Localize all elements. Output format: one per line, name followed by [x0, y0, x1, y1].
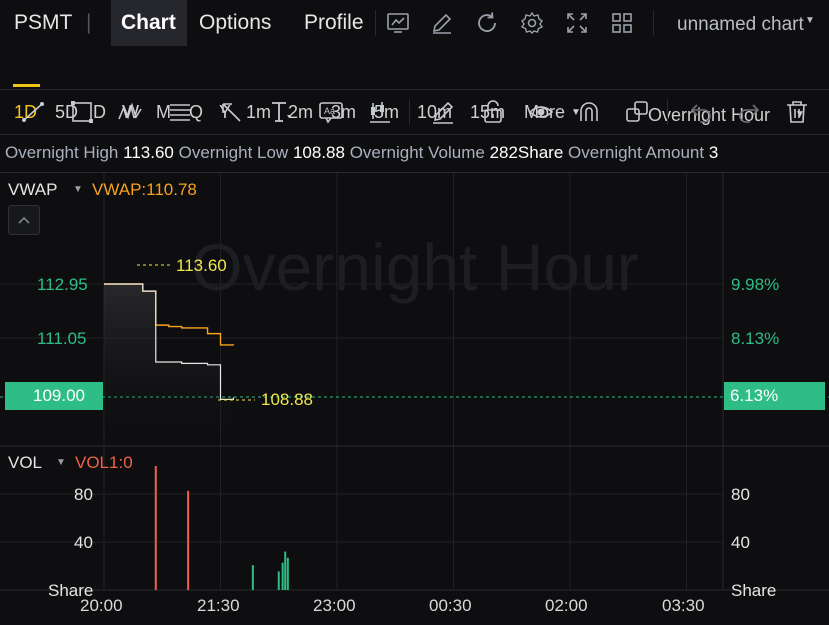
volume-bar — [277, 571, 280, 590]
vwap-indicator-label[interactable]: VWAP — [8, 180, 57, 200]
vol-label-left-40: 40 — [74, 533, 93, 552]
y-label-left-2: 111.05 — [37, 329, 87, 348]
current-price-value: 109.00 — [33, 386, 85, 405]
volume-bar — [154, 466, 157, 590]
vol-label-right-40: 40 — [731, 533, 750, 552]
vol-caret-icon[interactable]: ▼ — [56, 457, 66, 468]
y-label-left-1: 112.95 — [37, 275, 88, 294]
volume-bar — [187, 490, 190, 590]
x-label-2000: 20:00 — [80, 596, 123, 615]
vwap-value: VWAP:110.78 — [92, 180, 197, 199]
chart-canvas[interactable]: Overnight Hour — [0, 0, 829, 625]
vwap-caret-icon[interactable]: ▼ — [73, 184, 83, 195]
volume-bar — [281, 562, 284, 590]
volume-bar — [251, 565, 254, 590]
x-label-0330: 03:30 — [662, 596, 705, 615]
current-pct-tag: 6.13% — [724, 382, 825, 410]
high-marker-label: 113.60 — [176, 256, 227, 275]
y-label-right-2: 8.13% — [731, 329, 780, 348]
vol-label-right-unit: Share — [731, 581, 777, 600]
vol-indicator-label[interactable]: VOL — [8, 453, 42, 473]
volume-bar — [286, 557, 289, 590]
vol-label-left-80: 80 — [74, 485, 93, 504]
watermark-text: Overnight Hour — [191, 230, 639, 304]
price-area-fill — [104, 284, 234, 439]
volume-bar — [284, 551, 287, 590]
current-pct-value: 6.13% — [730, 386, 779, 405]
low-marker-label: 108.88 — [261, 390, 313, 409]
y-label-right-1: 9.98% — [731, 275, 780, 294]
vol-value: VOL1:0 — [75, 453, 133, 472]
collapse-button[interactable] — [8, 205, 40, 235]
current-price-tag: 109.00 — [5, 382, 103, 410]
x-label-2130: 21:30 — [197, 596, 240, 615]
vol-label-right-80: 80 — [731, 485, 750, 504]
x-label-0030: 00:30 — [429, 596, 472, 615]
volume-bars — [154, 466, 289, 590]
price-lines — [104, 283, 235, 439]
chevron-up-icon — [18, 216, 30, 224]
x-label-0200: 02:00 — [545, 596, 588, 615]
x-label-2300: 23:00 — [313, 596, 356, 615]
